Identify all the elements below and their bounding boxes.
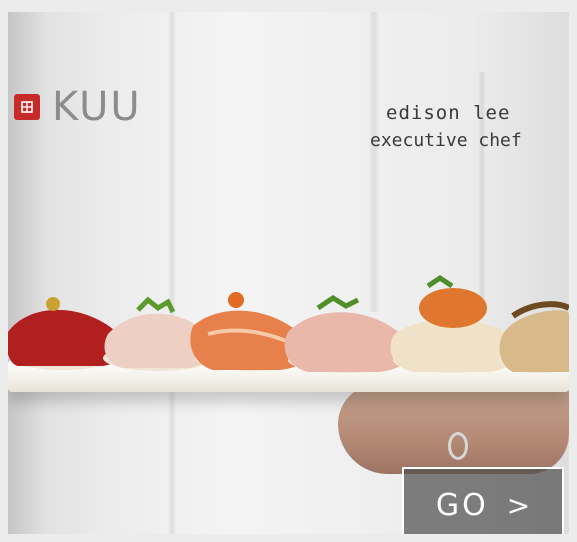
coat-fold: [168, 12, 176, 534]
logo-glyph-icon: [21, 101, 33, 113]
chef-title: executive chef: [370, 130, 522, 151]
go-button-label: GO: [435, 488, 489, 523]
coat-fold: [368, 12, 380, 312]
ad-photo: KUU edison lee executive chef GO >: [8, 12, 569, 534]
chef-name: edison lee: [386, 102, 511, 124]
chevron-right-icon: >: [506, 489, 531, 522]
go-button[interactable]: GO >: [402, 467, 564, 534]
chef-hand: [338, 384, 569, 474]
sushi-row: [8, 274, 569, 373]
sushi-snapper: [284, 295, 409, 373]
sushi-scallop: [498, 301, 569, 373]
brand-name: KUU: [52, 84, 142, 130]
sushi-uni: [390, 274, 517, 373]
logo-mark-icon: [14, 94, 40, 120]
ring: [448, 432, 468, 460]
brand-logo: KUU: [14, 84, 142, 130]
banner-ad[interactable]: KUU edison lee executive chef GO >: [0, 0, 577, 542]
